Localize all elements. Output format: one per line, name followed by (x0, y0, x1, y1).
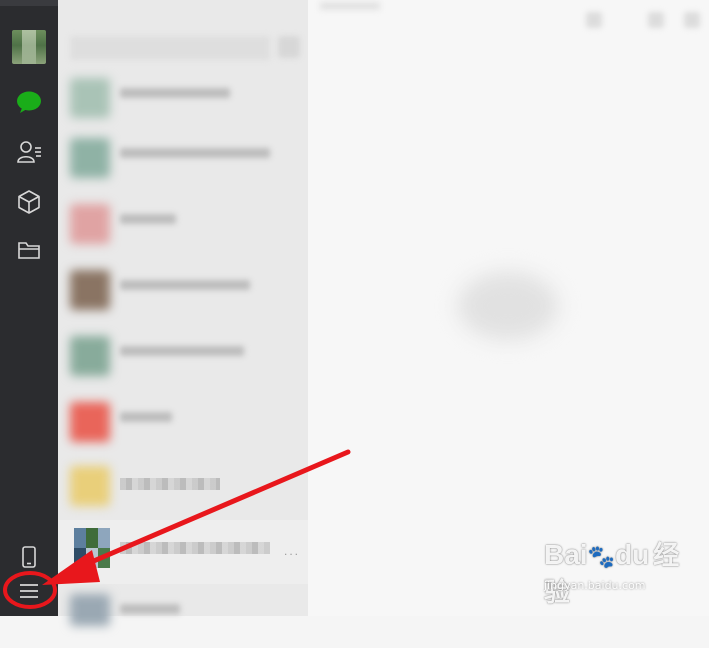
folder-icon[interactable] (14, 235, 44, 265)
chat-title (120, 542, 270, 554)
chat-thumbnail (70, 594, 110, 626)
chat-title (120, 346, 244, 356)
chat-thumbnail (74, 528, 110, 568)
list-item[interactable] (58, 392, 308, 456)
maximize-button[interactable] (648, 12, 664, 28)
left-nav-rail (0, 0, 58, 616)
list-item[interactable] (58, 260, 308, 324)
list-item[interactable] (58, 326, 308, 390)
minimize-button[interactable] (586, 12, 602, 28)
chat-thumbnail (70, 336, 110, 376)
contacts-icon[interactable] (14, 137, 44, 167)
close-button[interactable] (684, 12, 700, 28)
list-item[interactable] (58, 456, 308, 520)
ellipsis: ... (284, 544, 301, 558)
add-button[interactable] (278, 36, 300, 58)
list-item[interactable]: ... (58, 520, 308, 584)
chat-thumbnail (70, 204, 110, 244)
search-input[interactable] (70, 36, 270, 60)
chat-list: ... (58, 0, 308, 626)
chat-title (120, 604, 180, 614)
cube-icon[interactable] (14, 187, 44, 217)
chat-title (120, 148, 270, 158)
chat-title (120, 88, 230, 98)
list-item[interactable] (58, 194, 308, 258)
chat-bubble-icon[interactable] (14, 87, 44, 117)
chat-title (120, 280, 250, 290)
baidu-watermark: Bai🐾du 经验 jingyan.baidu.com (540, 535, 700, 607)
chat-title (120, 412, 172, 422)
phone-icon[interactable] (14, 542, 44, 572)
list-item[interactable] (58, 68, 308, 132)
rail-top-strip (0, 0, 58, 6)
window-title (320, 2, 380, 10)
chat-title (120, 214, 176, 224)
watermark-logo: Bai🐾du 经验 (544, 539, 680, 607)
chat-thumbnail (70, 402, 110, 442)
chat-thumbnail (70, 466, 110, 506)
chat-thumbnail (70, 138, 110, 178)
chat-thumbnail (70, 78, 110, 118)
empty-state-logo (458, 272, 558, 340)
hamburger-menu-icon[interactable] (14, 576, 44, 606)
avatar[interactable] (12, 30, 46, 64)
main-content (308, 0, 709, 616)
list-item[interactable] (58, 128, 308, 192)
chat-thumbnail (70, 270, 110, 310)
chat-title (120, 478, 220, 490)
watermark-url: jingyan.baidu.com (544, 579, 646, 592)
list-item[interactable] (58, 584, 308, 648)
